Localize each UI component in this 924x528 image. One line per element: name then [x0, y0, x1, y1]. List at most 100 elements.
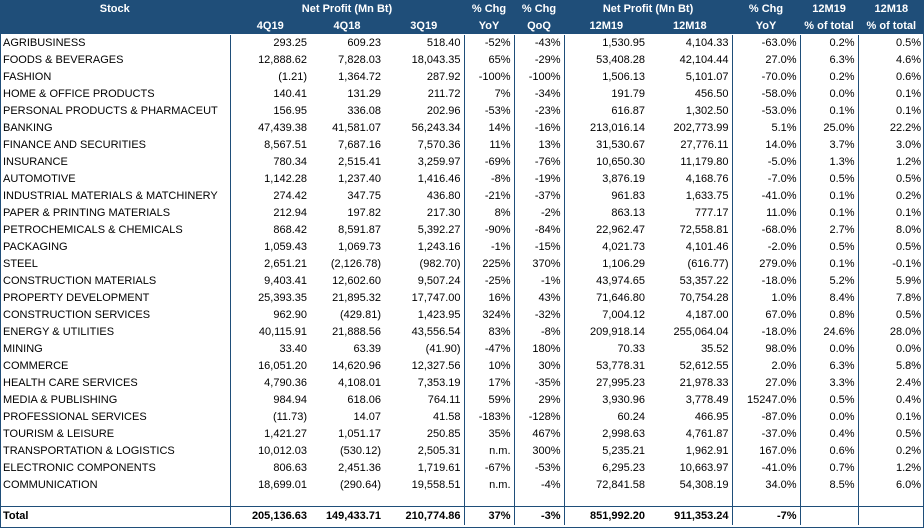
cell-12m18: 52,612.55 — [648, 358, 733, 375]
sector-name: STEEL — [0, 256, 231, 273]
cell-yoy: 65% — [464, 52, 515, 69]
total-4q18: 149,433.71 — [310, 506, 384, 525]
cell-12m18: 35.52 — [648, 341, 733, 358]
cell-yoy: 17% — [464, 375, 515, 392]
cell-12m18: 4,101.46 — [648, 239, 733, 256]
cell-12m19: 4,021.73 — [602, 241, 646, 253]
cell-pct-total-19: 5.2% — [800, 273, 859, 290]
header-yoy: YoY — [464, 17, 515, 35]
header-4q18: 4Q18 — [310, 17, 384, 35]
cell-12m18: 5,101.07 — [648, 69, 733, 86]
cell-12m19: 72,841.58 — [596, 479, 646, 491]
cell-yoy: 35% — [464, 426, 515, 443]
cell-3q19: (982.70) — [384, 256, 465, 273]
cell-chg-12m: 2.0% — [732, 358, 801, 375]
cell-12m19: 22,962.47 — [596, 224, 646, 236]
header-12m18-top: 12M18 — [858, 0, 924, 17]
cell-qoq: -37% — [514, 188, 565, 205]
cell-pct-total-19: 0.1% — [800, 188, 859, 205]
cell-pct-total-18: 0.6% — [895, 71, 922, 83]
cell-pct-total-19: 0.1% — [800, 205, 859, 222]
cell-4q19: 47,439.38 — [258, 122, 307, 134]
cell-12m18: 1,302.50 — [648, 103, 733, 120]
header-stock: Stock — [0, 0, 231, 17]
header-pct-chg-qoq: % Chg — [514, 0, 565, 17]
cell-4q19: 4,790.36 — [264, 377, 307, 389]
header-yoy-12m: YoY — [732, 17, 801, 35]
cell-4q18: 1,237.40 — [338, 173, 381, 185]
cell-yoy: n.m. — [464, 443, 515, 460]
table-row: COMMUNICATION 18,699.01 (290.64) 19,558.51 n… — [0, 477, 924, 494]
table-row: AUTOMOTIVE 1,142.28 1,237.40 1,416.46 -8% -19… — [0, 171, 924, 188]
cell-yoy: -67% — [464, 460, 515, 477]
sector-name: PACKAGING — [0, 239, 231, 256]
cell-4q18: 1,069.73 — [338, 241, 381, 253]
total-row: Total 205,136.63 149,433.71 210,774.86 3… — [0, 506, 924, 525]
table-row: FINANCE AND SECURITIES 8,567.51 7,687.16 7,… — [0, 137, 924, 154]
sector-name: TRANSPORTATION & LOGISTICS — [0, 443, 231, 460]
cell-3q19: 202.96 — [384, 103, 465, 120]
cell-chg-12m: 167.0% — [732, 443, 801, 460]
cell-qoq: -2% — [514, 205, 565, 222]
cell-3q19: 436.80 — [384, 188, 465, 205]
cell-4q18: 14,620.96 — [332, 360, 381, 372]
cell-yoy: 225% — [464, 256, 515, 273]
total-yoy: 37% — [464, 506, 515, 525]
table-row: ENERGY & UTILITIES 40,115.91 21,888.56 43,5… — [0, 324, 924, 341]
cell-qoq: -23% — [514, 103, 565, 120]
table-row: PERSONAL PRODUCTS & PHARMACEUT 156.95 336.… — [0, 103, 924, 120]
header-4q19: 4Q19 — [230, 17, 310, 35]
cell-qoq: 370% — [514, 256, 565, 273]
total-pct-total-18 — [858, 506, 924, 525]
cell-4q19: (11.73) — [272, 411, 307, 423]
cell-pct-total-19: 2.7% — [800, 222, 859, 239]
cell-pct-total-19: 0.0% — [800, 86, 859, 103]
cell-pct-total-19: 0.0% — [800, 341, 859, 358]
cell-pct-total-18: 0.5% — [895, 309, 922, 321]
cell-yoy: n.m. — [464, 477, 515, 494]
table-row: HEALTH CARE SERVICES 4,790.36 4,108.01 7,35… — [0, 375, 924, 392]
cell-4q19: 1,421.27 — [264, 428, 307, 440]
cell-pct-total-18: 0.5% — [895, 428, 922, 440]
cell-12m19: 5,235.21 — [602, 445, 646, 457]
cell-3q19: 1,719.61 — [384, 460, 465, 477]
cell-12m18: 4,168.76 — [648, 171, 733, 188]
cell-12m18: 4,187.00 — [648, 307, 733, 324]
cell-12m18: 4,104.33 — [648, 34, 733, 52]
table-body: AGRIBUSINESS 293.25 609.23 518.40 -52% -43% 1,… — [0, 34, 924, 494]
cell-pct-total-19: 0.8% — [800, 307, 859, 324]
sector-name: COMMERCE — [0, 358, 231, 375]
cell-qoq: -19% — [514, 171, 565, 188]
cell-qoq: 467% — [514, 426, 565, 443]
cell-yoy: 10% — [464, 358, 515, 375]
cell-yoy: -52% — [464, 34, 515, 52]
cell-12m19: 60.24 — [617, 411, 646, 423]
cell-pct-total-18: 0.1% — [895, 411, 922, 423]
cell-yoy: -69% — [464, 154, 515, 171]
cell-qoq: -128% — [514, 409, 565, 426]
sector-name: AUTOMOTIVE — [0, 171, 231, 188]
cell-3q19: 217.30 — [384, 205, 465, 222]
cell-4q18: 2,515.41 — [338, 156, 381, 168]
cell-12m19: 209,918.14 — [589, 326, 646, 338]
cell-4q18: 21,888.56 — [332, 326, 381, 338]
table-row: COMMERCE 16,051.20 14,620.96 12,327.56 10% 30… — [0, 358, 924, 375]
cell-yoy: -47% — [464, 341, 515, 358]
cell-chg-12m: 5.1% — [732, 120, 801, 137]
cell-qoq: 13% — [514, 137, 565, 154]
cell-yoy: -90% — [464, 222, 515, 239]
cell-qoq: -34% — [514, 86, 565, 103]
cell-12m19: 71,646.80 — [596, 292, 646, 304]
cell-chg-12m: -53.0% — [732, 103, 801, 120]
sector-name: CONSTRUCTION MATERIALS — [0, 273, 231, 290]
cell-pct-total-18: 0.5% — [895, 173, 922, 185]
cell-qoq: -4% — [514, 477, 565, 494]
cell-12m19: 7,004.12 — [602, 309, 646, 321]
cell-chg-12m: -2.0% — [732, 239, 801, 256]
cell-12m19: 10,650.30 — [596, 156, 646, 168]
cell-pct-total-18: 0.0% — [895, 343, 922, 355]
cell-12m19: 27,995.23 — [596, 377, 646, 389]
cell-qoq: -100% — [514, 69, 565, 86]
sector-name: PETROCHEMICALS & CHEMICALS — [0, 222, 231, 239]
cell-pct-total-19: 0.1% — [800, 256, 859, 273]
